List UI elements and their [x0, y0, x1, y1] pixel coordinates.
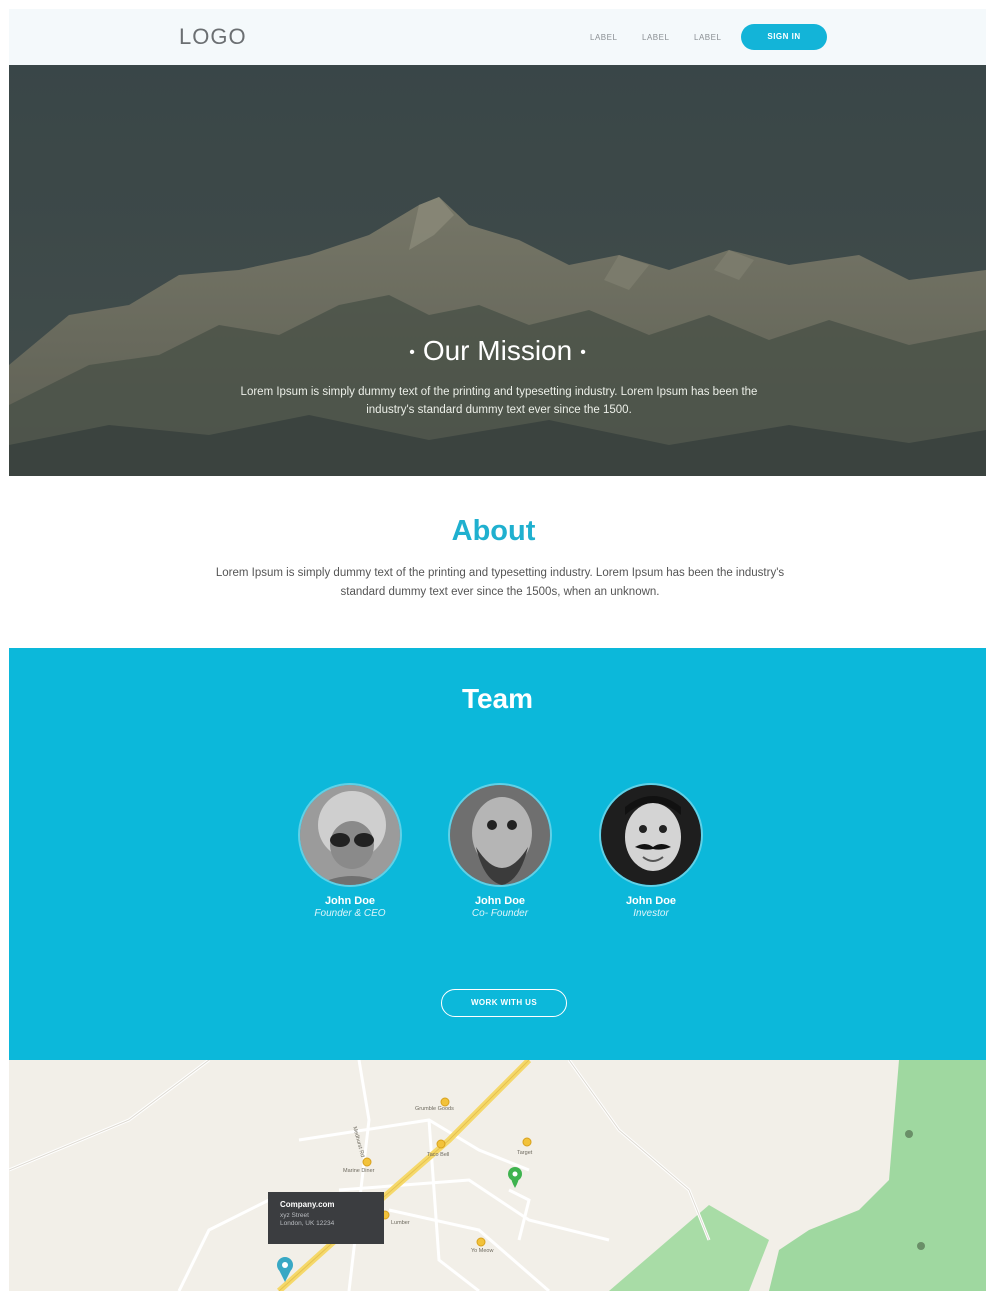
team-title: Team — [461, 683, 534, 714]
avatar[interactable] — [298, 783, 402, 887]
nav-link-1[interactable]: LABEL — [590, 33, 617, 42]
avatar[interactable] — [448, 783, 552, 887]
avatar-photo-2 — [450, 785, 550, 885]
map-label-yomeow: Yo Meow — [471, 1248, 494, 1254]
nav-link-2[interactable]: LABEL — [642, 33, 669, 42]
nav-link-3[interactable]: LABEL — [694, 33, 721, 42]
map-label-lumber: Lumber — [391, 1220, 410, 1226]
avatar-photo-1 — [300, 785, 400, 885]
title-dot-right: • — [580, 343, 586, 361]
map-label-tacobell: Taco Bell — [427, 1152, 450, 1158]
team-member-card: John Doe Investor — [576, 783, 726, 919]
member-role: Investor — [633, 908, 669, 919]
company-street: xyz Street — [280, 1212, 309, 1219]
top-navbar: LOGO LABEL LABEL LABEL SIGN IN — [9, 9, 986, 65]
logo[interactable]: LOGO — [179, 24, 247, 50]
hero-title-text: Our Mission — [422, 335, 573, 366]
title-dot-left: • — [409, 343, 415, 361]
member-name: John Doe — [474, 895, 526, 907]
about-title: About — [451, 515, 536, 547]
company-info-card: Company.com xyz Street London, UK 12234 — [268, 1192, 384, 1244]
company-name: Company.com — [280, 1200, 335, 1209]
member-name: John Doe — [625, 895, 677, 907]
sign-in-button[interactable]: SIGN IN — [741, 24, 827, 50]
location-map[interactable]: Grumble Goods Taco Bell Target Marine Di… — [9, 1060, 986, 1291]
work-with-us-button[interactable]: WORK WITH US — [441, 989, 567, 1017]
map-label-grumble: Grumble Goods — [415, 1106, 454, 1112]
about-description: Lorem Ipsum is simply dummy text of the … — [215, 567, 785, 598]
company-city: London, UK 12234 — [280, 1220, 335, 1227]
avatar-photo-3 — [601, 785, 701, 885]
hero-section: • Our Mission • Lorem Ipsum is simply dumm… — [9, 65, 986, 476]
member-role: Founder & CEO — [314, 908, 386, 919]
member-name: John Doe — [324, 895, 376, 907]
hero-title: • Our Mission • — [9, 335, 986, 367]
member-role: Co- Founder — [471, 908, 529, 919]
team-member-card: John Doe Co- Founder — [425, 783, 575, 919]
team-section: Team John Doe Founder & CEO John Doe Co-… — [9, 648, 986, 1060]
map-label-marine: Marine Diner — [343, 1168, 375, 1174]
team-member-card: John Doe Founder & CEO — [275, 783, 425, 919]
map-label-target: Target — [517, 1150, 533, 1156]
hero-description: Lorem Ipsum is simply dummy text of the … — [240, 386, 758, 416]
avatar[interactable] — [599, 783, 703, 887]
landing-page: LOGO LABEL LABEL LABEL SIGN IN • Our Mis… — [0, 0, 987, 1291]
map-tiles — [9, 1060, 986, 1291]
